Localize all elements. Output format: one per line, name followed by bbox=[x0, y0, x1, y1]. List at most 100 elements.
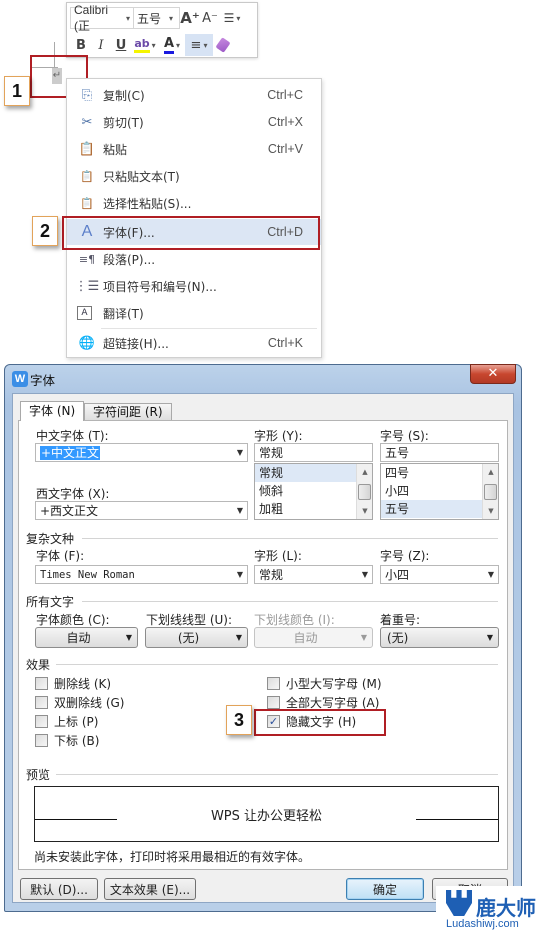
scroll-up-icon[interactable]: ▲ bbox=[483, 464, 499, 480]
chevron-down-icon: ▼ bbox=[125, 633, 133, 642]
style-scrollbar[interactable]: ▲ ▼ bbox=[356, 464, 372, 519]
font-missing-note: 尚未安装此字体，打印时将采用最相近的有效字体。 bbox=[34, 850, 311, 864]
ok-button[interactable]: 确定 bbox=[346, 878, 424, 900]
menu-item-bullets[interactable]: ⋮☰ 项目符号和编号(N)... bbox=[67, 273, 321, 299]
underline-button[interactable]: U bbox=[111, 34, 131, 56]
scroll-down-icon[interactable]: ▼ bbox=[357, 503, 373, 519]
font-name-select[interactable]: Calibri (正 ▾ bbox=[70, 3, 134, 33]
tab-font[interactable]: 字体 (N) bbox=[20, 401, 85, 421]
chevron-down-icon: ▼ bbox=[487, 570, 495, 579]
preview-text: WPS 让办公更轻松 bbox=[210, 809, 323, 824]
style-option[interactable]: 加粗 bbox=[255, 500, 372, 518]
default-button[interactable]: 默认 (D)... bbox=[20, 878, 98, 900]
underline-type-dropdown[interactable]: (无) ▼ bbox=[145, 627, 248, 648]
style-option[interactable]: 倾斜 bbox=[255, 482, 372, 500]
western-font-label: 西文字体 (X): bbox=[36, 487, 110, 501]
size-label: 字号 (S): bbox=[380, 429, 429, 443]
copy-icon: ⎘ bbox=[81, 87, 93, 103]
chevron-down-icon: ▼ bbox=[236, 570, 244, 579]
size-listbox[interactable]: 四号 小四 五号 ▲ ▼ bbox=[380, 463, 499, 520]
size-option[interactable]: 四号 bbox=[381, 464, 498, 482]
group-divider bbox=[56, 774, 498, 775]
font-color-dropdown[interactable]: 自动 ▼ bbox=[35, 627, 138, 648]
preview-group-label: 预览 bbox=[26, 768, 51, 782]
scroll-up-icon[interactable]: ▲ bbox=[357, 464, 373, 480]
line-spacing-icon: ☰ bbox=[223, 11, 235, 25]
italic-button[interactable]: I bbox=[91, 34, 111, 56]
complex-font-combo[interactable]: Times New Roman ▼ bbox=[35, 565, 248, 584]
menu-item-paste-special[interactable]: 📋 选择性粘贴(S)... bbox=[67, 190, 321, 216]
format-painter-button[interactable] bbox=[213, 34, 233, 56]
checkbox-icon bbox=[35, 734, 48, 747]
wps-logo-icon: W bbox=[12, 371, 28, 387]
menu-item-paste[interactable]: 📋 粘贴 Ctrl+V bbox=[67, 136, 321, 162]
western-font-combo[interactable]: +西文正文 ▼ bbox=[35, 501, 248, 520]
grow-font-button[interactable]: A⁺ bbox=[180, 7, 200, 29]
menu-item-translate[interactable]: A 翻译(T) bbox=[67, 300, 321, 326]
chinese-font-combo[interactable]: +中文正文 ▼ bbox=[35, 443, 248, 462]
highlight-box-2 bbox=[62, 216, 320, 250]
chevron-down-icon: ▾ bbox=[176, 40, 181, 50]
bullets-icon: ⋮☰ bbox=[74, 278, 100, 294]
step-badge-2: 2 bbox=[32, 216, 58, 246]
small-caps-checkbox[interactable]: 小型大写字母 (M) bbox=[267, 675, 382, 692]
chevron-down-icon: ▾ bbox=[125, 13, 130, 23]
menu-item-copy[interactable]: ⎘ 复制(C) Ctrl+C bbox=[67, 82, 321, 108]
subscript-checkbox[interactable]: 下标 (B) bbox=[35, 732, 99, 749]
emphasis-label: 着重号: bbox=[380, 613, 421, 627]
bold-button[interactable]: B bbox=[71, 34, 91, 56]
scroll-thumb[interactable] bbox=[358, 484, 371, 500]
complex-style-combo[interactable]: 常规 ▼ bbox=[254, 565, 373, 584]
menu-item-paste-text[interactable]: 📋 只粘贴文本(T) bbox=[67, 163, 321, 189]
line-spacing-button[interactable]: ☰ ▾ bbox=[220, 7, 244, 29]
font-size-select[interactable]: 五号 ▾ bbox=[134, 7, 180, 29]
size-input[interactable]: 五号 bbox=[380, 443, 499, 462]
chevron-down-icon: ▼ bbox=[236, 506, 244, 515]
paste-text-icon: 📋 bbox=[80, 169, 94, 183]
close-icon: ✕ bbox=[487, 366, 499, 381]
menu-item-cut[interactable]: ✂ 剪切(T) Ctrl+X bbox=[67, 109, 321, 135]
chevron-down-icon: ▾ bbox=[151, 40, 156, 50]
paragraph-icon: ≡¶ bbox=[78, 252, 96, 266]
highlight-button[interactable]: ab ▾ bbox=[131, 34, 159, 56]
style-listbox[interactable]: 常规 倾斜 加粗 ▲ ▼ bbox=[254, 463, 373, 520]
deer-logo-icon bbox=[446, 890, 472, 916]
hyperlink-icon: 🌐 bbox=[78, 335, 96, 351]
shrink-font-button[interactable]: A⁻ bbox=[200, 7, 220, 29]
complex-size-combo[interactable]: 小四 ▼ bbox=[380, 565, 499, 584]
preview-box: WPS 让办公更轻松 bbox=[34, 786, 499, 842]
emphasis-dropdown[interactable]: (无) ▼ bbox=[380, 627, 499, 648]
chevron-down-icon: ▼ bbox=[235, 633, 243, 642]
checkbox-icon bbox=[35, 696, 48, 709]
size-option[interactable]: 小四 bbox=[381, 482, 498, 500]
format-painter-icon bbox=[215, 37, 231, 53]
cut-icon: ✂ bbox=[81, 114, 93, 130]
align-button[interactable]: ≡ ▾ bbox=[185, 34, 213, 56]
paste-icon: 📋 bbox=[78, 141, 96, 157]
superscript-checkbox[interactable]: 上标 (P) bbox=[35, 713, 98, 730]
underline-color-label: 下划线颜色 (I): bbox=[254, 613, 335, 627]
tab-character-spacing[interactable]: 字符间距 (R) bbox=[84, 403, 172, 420]
complex-style-label: 字形 (L): bbox=[254, 549, 302, 563]
size-option[interactable]: 五号 bbox=[381, 500, 498, 518]
strikethrough-checkbox[interactable]: 删除线 (K) bbox=[35, 675, 111, 692]
chevron-down-icon: ▾ bbox=[169, 13, 174, 23]
size-scrollbar[interactable]: ▲ ▼ bbox=[482, 464, 498, 519]
chevron-down-icon: ▾ bbox=[203, 40, 208, 50]
chevron-down-icon: ▼ bbox=[486, 633, 494, 642]
checkbox-icon bbox=[35, 677, 48, 690]
style-option[interactable]: 常规 bbox=[255, 464, 372, 482]
close-button[interactable]: ✕ bbox=[470, 364, 516, 384]
text-effects-button[interactable]: 文本效果 (E)... bbox=[104, 878, 196, 900]
underline-color-dropdown: 自动 ▼ bbox=[254, 627, 373, 648]
font-color-button[interactable]: A ▾ bbox=[159, 34, 185, 56]
menu-item-hyperlink[interactable]: 🌐 超链接(H)... Ctrl+K bbox=[67, 330, 321, 356]
step-badge-1: 1 bbox=[4, 76, 30, 106]
double-strikethrough-checkbox[interactable]: 双删除线 (G) bbox=[35, 694, 124, 711]
scroll-down-icon[interactable]: ▼ bbox=[483, 503, 499, 519]
scroll-thumb[interactable] bbox=[484, 484, 497, 500]
watermark-brand: 鹿大师 bbox=[476, 896, 536, 920]
style-input[interactable]: 常规 bbox=[254, 443, 373, 462]
translate-icon: A bbox=[77, 306, 92, 320]
effects-group-label: 效果 bbox=[26, 658, 51, 672]
